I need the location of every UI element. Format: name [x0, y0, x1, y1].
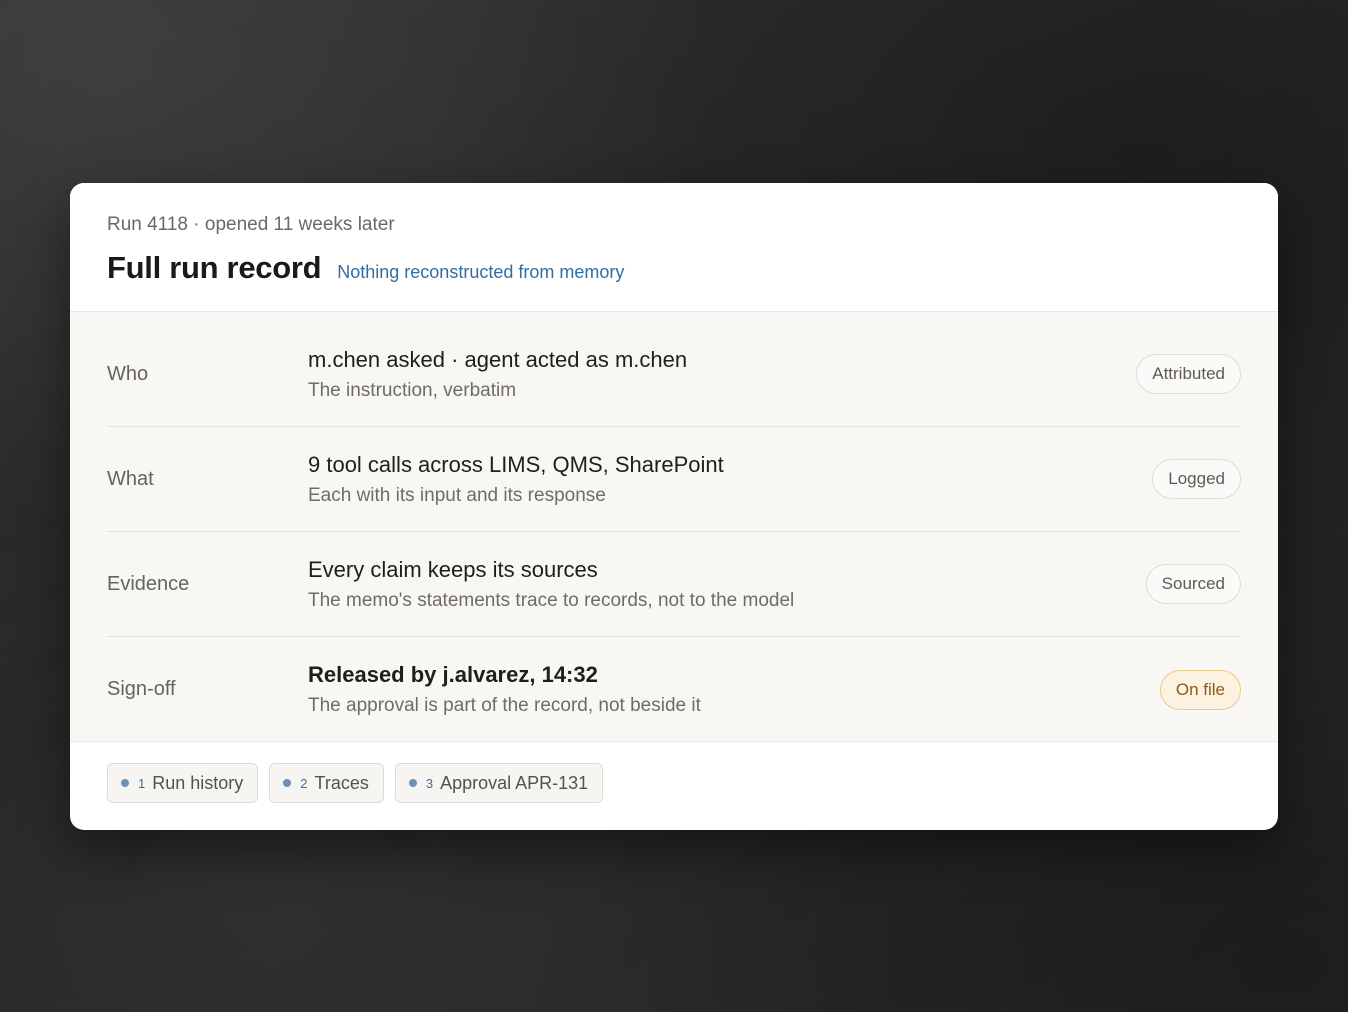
record-row-who: Who m.chen asked · agent acted as m.chen… — [107, 322, 1241, 427]
source-chip-traces[interactable]: 2 Traces — [269, 763, 384, 803]
title-row: Full run record Nothing reconstructed fr… — [107, 250, 1241, 286]
run-record-card: Run 4118 · opened 11 weeks later Full ru… — [70, 183, 1278, 830]
source-label: Approval APR-131 — [440, 772, 589, 793]
record-row-what: What 9 tool calls across LIMS, QMS, Shar… — [107, 427, 1241, 532]
row-content: m.chen asked · agent acted as m.chen The… — [308, 346, 1136, 403]
row-content: Released by j.alvarez, 14:32 The approva… — [308, 661, 1160, 718]
source-chip-approval[interactable]: 3 Approval APR-131 — [394, 763, 604, 803]
source-number: 3 — [425, 775, 434, 791]
dot-icon — [408, 779, 417, 787]
row-label: Who — [107, 362, 149, 385]
record-row-evidence: Evidence Every claim keeps its sources T… — [107, 532, 1241, 637]
row-label: Sign-off — [107, 678, 176, 700]
card-header: Run 4118 · opened 11 weeks later Full ru… — [70, 183, 1278, 312]
status-badge: Sourced — [1145, 564, 1241, 604]
row-title: m.chen asked · agent acted as m.chen — [308, 346, 688, 372]
source-number: 2 — [300, 775, 308, 791]
row-title: Released by j.alvarez, 14:32 — [308, 662, 598, 687]
page-title: Full run record — [107, 250, 322, 285]
status-badge: Attributed — [1136, 354, 1241, 394]
row-content: Every claim keeps its sources The memo's… — [308, 556, 1146, 613]
source-chips: 1 Run history 2 Traces 3 Approval APR-13… — [70, 742, 1278, 803]
source-number: 1 — [138, 775, 146, 791]
source-label: Run history — [152, 772, 244, 793]
row-title: Every claim keeps its sources — [308, 556, 598, 582]
source-label: Traces — [314, 772, 369, 793]
row-description: The approval is part of the record, not … — [308, 695, 701, 716]
row-description: Each with its input and its response — [308, 484, 606, 506]
source-chip-run-history[interactable]: 1 Run history — [107, 763, 259, 803]
row-label: What — [107, 467, 154, 490]
record-row-sign-off: Sign-off Released by j.alvarez, 14:32 Th… — [107, 637, 1241, 742]
row-content: 9 tool calls across LIMS, QMS, SharePoin… — [308, 451, 1152, 508]
dot-icon — [283, 779, 292, 787]
row-title: 9 tool calls across LIMS, QMS, SharePoin… — [308, 451, 724, 477]
page-subtitle: Nothing reconstructed from memory — [337, 262, 625, 282]
record-rows: Who m.chen asked · agent acted as m.chen… — [70, 312, 1278, 742]
dot-icon — [121, 779, 129, 787]
status-badge-on-file: On file — [1159, 669, 1241, 710]
row-label: Evidence — [107, 572, 190, 595]
status-badge: Logged — [1152, 459, 1241, 499]
run-meta: Run 4118 · opened 11 weeks later — [107, 214, 395, 235]
row-description: The memo's statements trace to records, … — [308, 589, 795, 611]
row-description: The instruction, verbatim — [308, 379, 517, 401]
